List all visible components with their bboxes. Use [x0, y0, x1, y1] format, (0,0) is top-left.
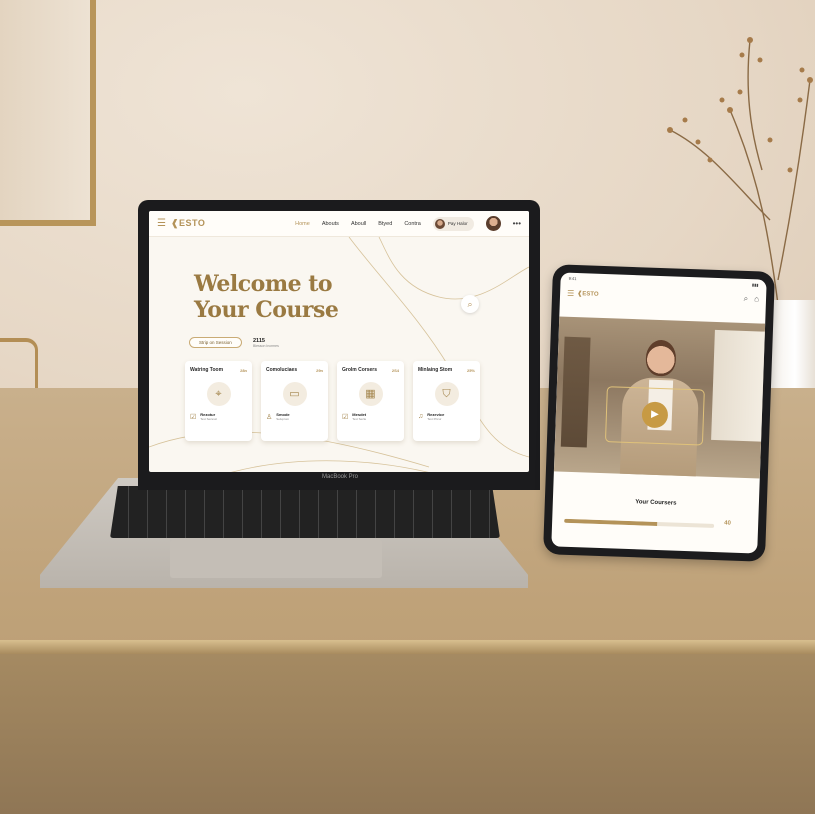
- search-icon[interactable]: ⌕: [461, 295, 479, 313]
- course-card[interactable]: Comoluciaes 29n ▭ ♙ Smode Seluprom: [261, 361, 328, 441]
- laptop-trackpad[interactable]: [170, 540, 382, 578]
- avatar[interactable]: [485, 216, 501, 231]
- nav-link-btyed[interactable]: Btyed: [378, 221, 392, 227]
- card-foot-sub: Text Sezevic: [200, 417, 218, 421]
- checkbox-icon: ☑: [190, 413, 197, 421]
- video-player[interactable]: ▶: [553, 316, 766, 479]
- desk-edge: [0, 640, 815, 654]
- course-card[interactable]: Minlaing Stom 25% ⛉ ♫ Rezevice Text Pric…: [413, 361, 480, 441]
- background-window: [711, 329, 765, 442]
- calendar-icon: ▦: [358, 382, 383, 406]
- checkbox-icon: ☑: [342, 413, 349, 421]
- nav-link-contra[interactable]: Contra: [404, 221, 421, 227]
- nav-link-abouts[interactable]: Abouts: [322, 221, 339, 227]
- card-foot-sub: Seluprom: [276, 417, 290, 421]
- course-card[interactable]: Grolm Corsers 2S4 ▦ ☑ Mesdet Text Sezle: [337, 361, 404, 441]
- course-card[interactable]: Watring Toom 28n ⌖ ☑ Rezotur Text Sezevi…: [185, 361, 252, 441]
- card-percent: 28n: [240, 367, 247, 373]
- course-progress-fill: [564, 518, 658, 527]
- tablet: 9:41 ▮▮▮ ☰ ❰ESTO ⌕ ⌂ ▶ Your Coursers 40: [543, 264, 775, 562]
- course-progress-bar: [564, 518, 715, 528]
- bell-icon: ♫: [418, 413, 424, 420]
- profile-pill[interactable]: Pay Halor: [432, 216, 474, 231]
- hero-title: Welcome to Your Course: [194, 271, 339, 323]
- laptop-keyboard[interactable]: [110, 486, 500, 538]
- video-icon: ▭: [282, 382, 307, 406]
- desk-front: [0, 654, 815, 814]
- nav-link-aboull[interactable]: Aboull: [351, 221, 366, 227]
- user-icon: ♙: [266, 413, 273, 421]
- menu-icon[interactable]: ☰: [567, 288, 574, 297]
- location-pin-icon: ⌖: [206, 382, 231, 406]
- course-cards: Watring Toom 28n ⌖ ☑ Rezotur Text Sezevi…: [185, 361, 480, 441]
- tablet-logo[interactable]: ❰ESTO: [577, 290, 598, 298]
- progress-label: 40: [724, 520, 731, 527]
- background-shelf: [560, 336, 591, 448]
- logo-mark-icon: ❰: [170, 218, 180, 228]
- card-title: Grolm Corsers: [342, 367, 378, 373]
- more-icon[interactable]: •••: [513, 219, 521, 228]
- courses-title: Your Coursers: [635, 499, 677, 507]
- card-title: Minlaing Stom: [418, 367, 453, 373]
- shield-icon: ⛉: [434, 382, 459, 406]
- card-title: Comoluciaes: [266, 367, 298, 373]
- stat-block: 2115 Blesson Incrmes: [253, 338, 279, 348]
- card-foot-sub: Text Sezle: [352, 417, 367, 421]
- tablet-screen: 9:41 ▮▮▮ ☰ ❰ESTO ⌕ ⌂ ▶ Your Coursers 40: [551, 272, 767, 554]
- card-title: Watring Toom: [190, 367, 224, 373]
- nav-links: Home Abouts Aboull Btyed Contra Pay Halo…: [295, 216, 521, 231]
- top-nav: ☰ ❰ESTO Home Abouts Aboull Btyed Contra …: [149, 211, 529, 237]
- laptop-screen: ☰ ❰ESTO Home Abouts Aboull Btyed Contra …: [149, 211, 529, 472]
- card-percent: 25%: [466, 367, 475, 373]
- profile-label: Pay Halor: [447, 221, 468, 226]
- laptop-lid: ☰ ❰ESTO Home Abouts Aboull Btyed Contra …: [138, 200, 540, 490]
- menu-icon[interactable]: ☰: [157, 218, 166, 229]
- stool: [0, 338, 38, 394]
- battery-icon: ▮▮▮: [751, 282, 759, 288]
- enroll-button[interactable]: Strip on Session: [189, 337, 242, 348]
- avatar-small: [434, 218, 445, 229]
- logo[interactable]: ❰ESTO: [171, 218, 205, 229]
- status-time: 9:41: [568, 275, 577, 282]
- card-percent: 2S4: [391, 367, 399, 373]
- nav-link-home[interactable]: Home: [295, 221, 310, 227]
- card-foot-sub: Text Pricur: [427, 417, 442, 421]
- picture-frame: [0, 0, 96, 226]
- card-percent: 29n: [316, 367, 323, 373]
- cart-icon[interactable]: ⌂: [754, 294, 759, 304]
- search-icon[interactable]: ⌕: [744, 294, 749, 304]
- stat-label: Blesson Incrmes: [253, 344, 279, 348]
